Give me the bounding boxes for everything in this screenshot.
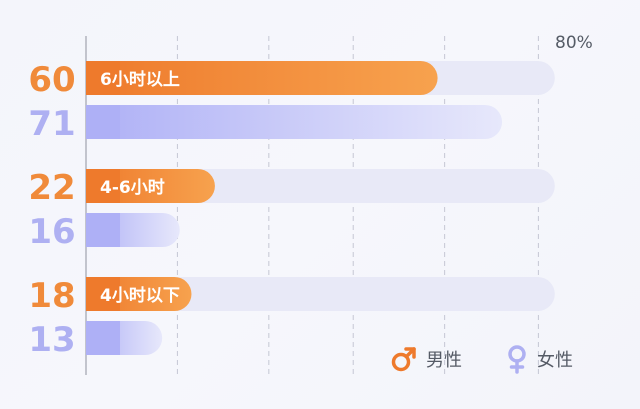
category-label: 6小时以上 (100, 70, 180, 90)
data-label-male: 60 (28, 60, 75, 100)
data-label-female: 16 (28, 212, 75, 252)
legend-item-female: 女性 (508, 345, 573, 374)
axis-max-label: 80% (555, 33, 593, 53)
data-label-male: 22 (28, 168, 75, 208)
data-label-male: 18 (28, 276, 75, 316)
category-label: 4-6小时 (100, 178, 165, 198)
legend-label-male: 男性 (426, 350, 462, 371)
male-symbol-icon (391, 347, 416, 372)
category-label: 4小时以下 (100, 286, 180, 306)
legend: 男性 女性 (391, 345, 573, 374)
data-label-female: 13 (28, 320, 75, 360)
legend-label-female: 女性 (537, 350, 573, 371)
bar-female-edge (86, 321, 120, 355)
bar-female-edge (86, 213, 120, 247)
bar-female (86, 105, 503, 139)
data-label-female: 71 (28, 104, 75, 144)
female-symbol-icon (508, 345, 526, 374)
bar-chart: 6小时以上 6071 4-6小时 2216 4小时以下 1813 80% 男性 女性 (28, 33, 593, 375)
bar-female-edge (86, 105, 120, 139)
legend-item-male: 男性 (391, 347, 462, 372)
